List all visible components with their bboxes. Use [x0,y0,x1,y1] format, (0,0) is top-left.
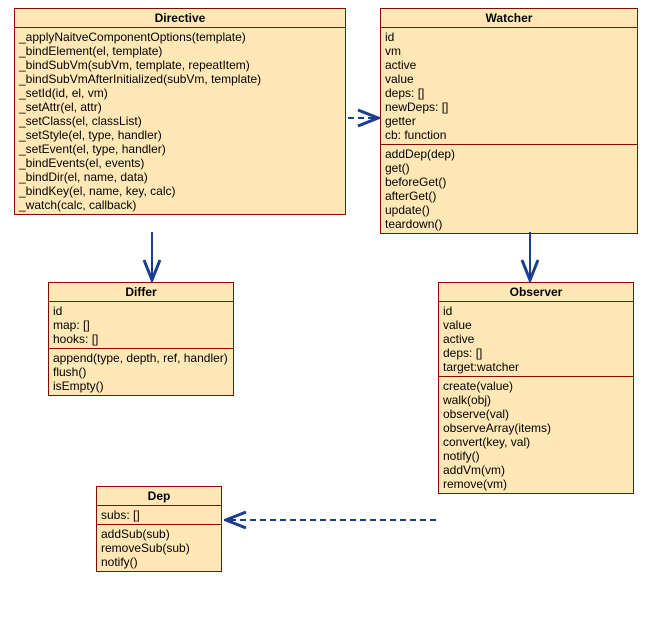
method: remove(vm) [443,477,629,491]
attribute: id [443,304,629,318]
method: _bindDir(el, name, data) [19,170,341,184]
class-methods: addSub(sub) removeSub(sub) notify() [97,525,221,571]
class-methods: addDep(dep) get() beforeGet() afterGet()… [381,145,637,233]
method: teardown() [385,217,633,231]
class-attributes: id vm active value deps: [] newDeps: [] … [381,28,637,145]
class-title: Watcher [381,9,637,28]
class-methods: append(type, depth, ref, handler) flush(… [49,349,233,395]
method: create(value) [443,379,629,393]
method: observeArray(items) [443,421,629,435]
method: observe(val) [443,407,629,421]
method: addSub(sub) [101,527,217,541]
method: removeSub(sub) [101,541,217,555]
method: walk(obj) [443,393,629,407]
method: _setAttr(el, attr) [19,100,341,114]
attribute: value [443,318,629,332]
class-methods: create(value) walk(obj) observe(val) obs… [439,377,633,493]
method: update() [385,203,633,217]
method: _bindKey(el, name, key, calc) [19,184,341,198]
method: convert(key, val) [443,435,629,449]
class-box-observer: Observer id value active deps: [] target… [438,282,634,494]
class-attributes: subs: [] [97,506,221,525]
class-title: Directive [15,9,345,28]
method: _bindSubVmAfterInitialized(subVm, templa… [19,72,341,86]
method: notify() [443,449,629,463]
attribute: active [385,58,633,72]
attribute: map: [] [53,318,229,332]
method: _bindElement(el, template) [19,44,341,58]
attribute: cb: function [385,128,633,142]
class-box-dep: Dep subs: [] addSub(sub) removeSub(sub) … [96,486,222,572]
method: beforeGet() [385,175,633,189]
attribute: id [385,30,633,44]
method: flush() [53,365,229,379]
attribute: deps: [] [385,86,633,100]
attribute: getter [385,114,633,128]
class-attributes: id map: [] hooks: [] [49,302,233,349]
attribute: newDeps: [] [385,100,633,114]
method: addVm(vm) [443,463,629,477]
attribute: vm [385,44,633,58]
attribute: active [443,332,629,346]
method: _setEvent(el, type, handler) [19,142,341,156]
attribute: id [53,304,229,318]
method: _bindEvents(el, events) [19,156,341,170]
method: isEmpty() [53,379,229,393]
class-box-directive: Directive _applyNaitveComponentOptions(t… [14,8,346,215]
class-methods: _applyNaitveComponentOptions(template) _… [15,28,345,214]
method: _setId(id, el, vm) [19,86,341,100]
attribute: target:watcher [443,360,629,374]
method: _setStyle(el, type, handler) [19,128,341,142]
method: notify() [101,555,217,569]
class-box-watcher: Watcher id vm active value deps: [] newD… [380,8,638,234]
method: afterGet() [385,189,633,203]
class-title: Differ [49,283,233,302]
attribute: subs: [] [101,508,217,522]
class-title: Dep [97,487,221,506]
method: addDep(dep) [385,147,633,161]
method: get() [385,161,633,175]
class-title: Observer [439,283,633,302]
method: _applyNaitveComponentOptions(template) [19,30,341,44]
method: _bindSubVm(subVm, template, repeatItem) [19,58,341,72]
method: _setClass(el, classList) [19,114,341,128]
attribute: hooks: [] [53,332,229,346]
class-attributes: id value active deps: [] target:watcher [439,302,633,377]
class-box-differ: Differ id map: [] hooks: [] append(type,… [48,282,234,396]
method: _watch(calc, callback) [19,198,341,212]
method: append(type, depth, ref, handler) [53,351,229,365]
attribute: deps: [] [443,346,629,360]
attribute: value [385,72,633,86]
